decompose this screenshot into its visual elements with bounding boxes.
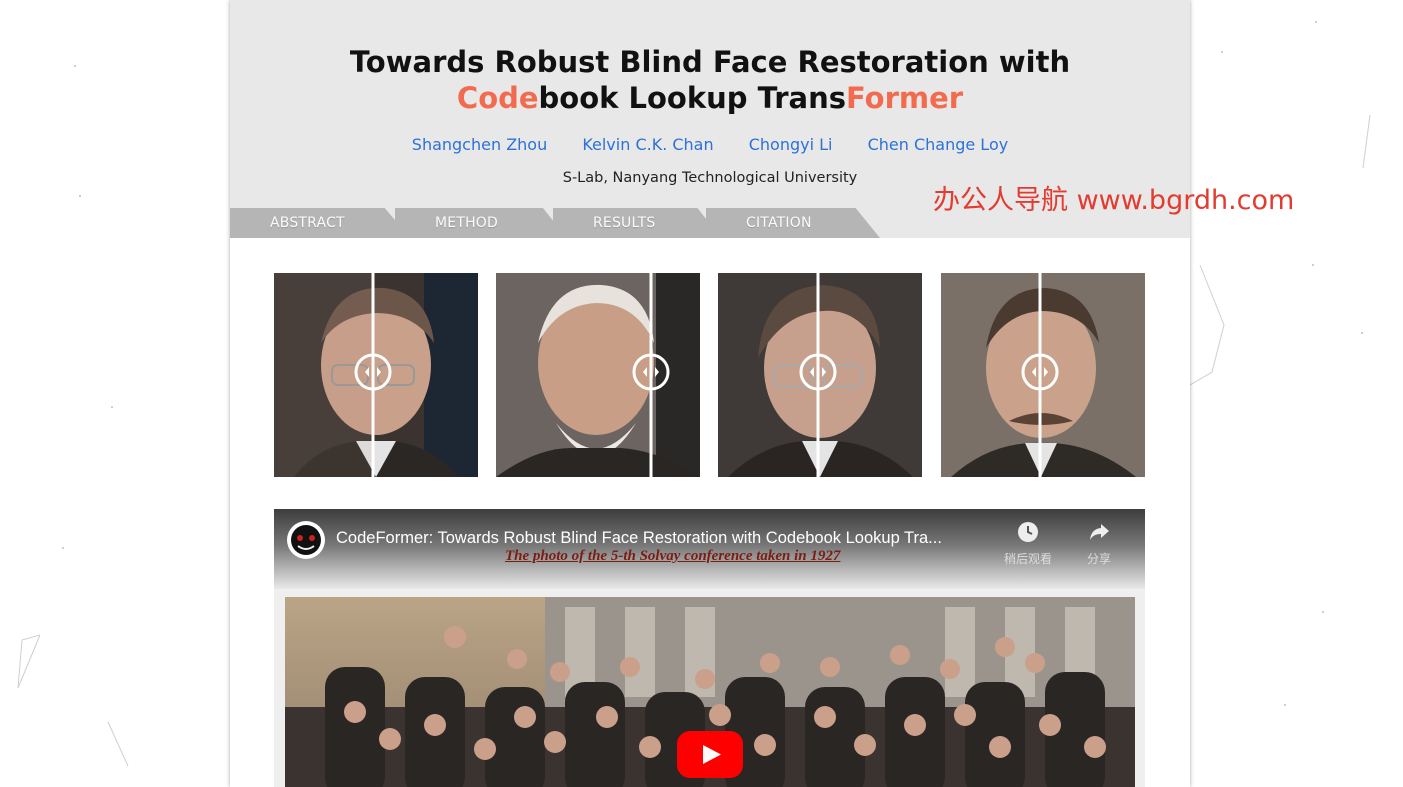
face-comparison-1[interactable] xyxy=(274,273,478,477)
slider-handle[interactable] xyxy=(274,273,478,477)
tab-abstract[interactable]: ABSTRACT xyxy=(230,208,410,238)
watch-later-label: 稍后观看 xyxy=(1003,552,1052,566)
face-comparison-2[interactable] xyxy=(496,273,700,477)
author-link-chongyi-li[interactable]: Chongyi Li xyxy=(749,135,833,154)
tab-label: ABSTRACT xyxy=(270,215,345,231)
share-label: 分享 xyxy=(1086,552,1111,566)
tab-results[interactable]: RESULTS xyxy=(553,208,721,238)
author-link-chen-change-loy[interactable]: Chen Change Loy xyxy=(868,135,1009,154)
face-comparison-4[interactable] xyxy=(941,273,1145,477)
slider-handle[interactable] xyxy=(718,273,922,477)
clock-icon xyxy=(1018,522,1038,542)
tab-label: METHOD xyxy=(435,215,499,231)
title-accent-former: Former xyxy=(846,81,964,115)
video-title-bar: CodeFormer: Towards Robust Blind Face Re… xyxy=(274,509,1145,589)
channel-avatar[interactable] xyxy=(286,520,326,560)
author-link-kelvin-chan[interactable]: Kelvin C.K. Chan xyxy=(582,135,713,154)
video-embed[interactable]: CodeFormer: Towards Robust Blind Face Re… xyxy=(274,509,1145,787)
title-middle: book Lookup Trans xyxy=(538,81,847,115)
title-accent-code: Code xyxy=(456,81,539,115)
site-watermark: 办公人导航 www.bgrdh.com xyxy=(933,185,1295,216)
share-button[interactable]: 分享 xyxy=(1071,521,1127,567)
tab-citation[interactable]: CITATION xyxy=(706,208,880,238)
play-button[interactable] xyxy=(677,731,743,778)
tab-label: CITATION xyxy=(746,215,812,231)
title-line-1: Towards Robust Blind Face Restoration wi… xyxy=(349,45,1071,79)
face-comparison-3[interactable] xyxy=(718,273,922,477)
author-list: Shangchen Zhou Kelvin C.K. Chan Chongyi … xyxy=(230,133,1190,157)
author-link-shangchen-zhou[interactable]: Shangchen Zhou xyxy=(412,135,547,154)
page-title: Towards Robust Blind Face Restoration wi… xyxy=(230,44,1190,116)
project-page: Towards Robust Blind Face Restoration wi… xyxy=(230,0,1190,787)
video-title[interactable]: CodeFormer: Towards Robust Blind Face Re… xyxy=(336,529,942,548)
slider-handle[interactable] xyxy=(496,273,700,477)
share-arrow-icon xyxy=(1090,524,1109,540)
tab-method[interactable]: METHOD xyxy=(395,208,567,238)
watch-later-button[interactable]: 稍后观看 xyxy=(1000,521,1056,567)
video-subtitle: The photo of the 5-th Solvay conference … xyxy=(505,548,841,564)
tab-label: RESULTS xyxy=(593,215,656,231)
slider-handle[interactable] xyxy=(941,273,1145,477)
